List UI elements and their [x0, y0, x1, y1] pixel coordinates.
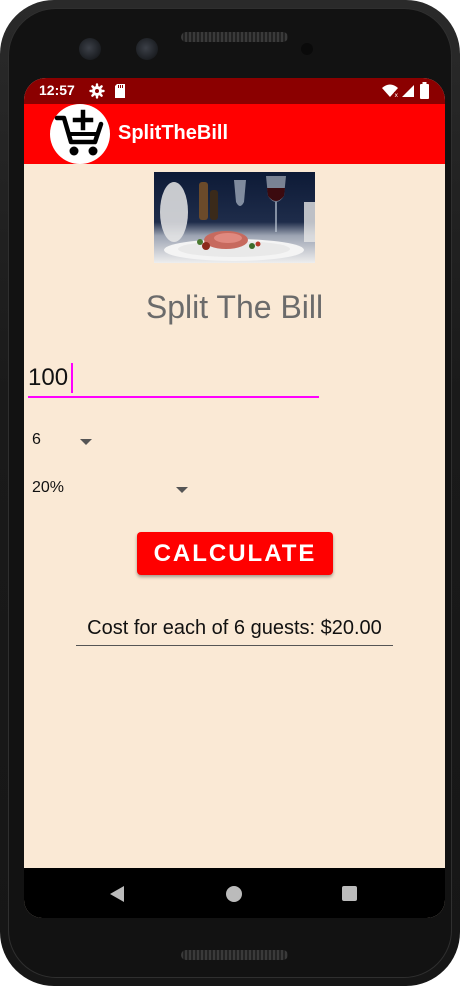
navigation-bar	[24, 868, 445, 918]
text-caret	[71, 363, 73, 393]
add-to-cart-icon	[54, 109, 104, 156]
steak-dinner-illustration	[154, 172, 315, 263]
app-title: SplitTheBill	[118, 122, 228, 144]
front-sensor-icon	[136, 38, 158, 60]
tip-spinner-value: 20%	[32, 479, 65, 496]
svg-text:x: x	[395, 92, 399, 98]
cost-per-guest-result: Cost for each of 6 guests: $20.00	[76, 617, 393, 646]
recents-icon[interactable]	[342, 886, 357, 901]
front-camera-icon	[79, 38, 101, 60]
gear-icon	[89, 83, 105, 99]
guests-spinner[interactable]: 6	[32, 431, 96, 457]
proximity-sensor	[301, 43, 313, 55]
bottom-speaker	[181, 950, 288, 960]
app-bar: SplitTheBill	[24, 104, 445, 164]
hero-image	[154, 172, 315, 263]
sd-card-icon	[115, 84, 125, 98]
dropdown-arrow-icon	[80, 439, 92, 445]
status-time: 12:57	[39, 82, 75, 98]
battery-icon	[420, 82, 429, 99]
signal-icon	[402, 85, 414, 97]
phone-frame: 12:57 x SplitTheBill Split The Bill 100 …	[0, 0, 460, 986]
calculate-button[interactable]: CALCULATE	[137, 532, 333, 575]
wifi-icon: x	[382, 84, 399, 98]
earpiece-speaker	[181, 32, 288, 42]
tip-percentage-spinner[interactable]: 20%	[32, 479, 192, 505]
app-logo	[50, 104, 110, 164]
guests-spinner-value: 6	[32, 431, 41, 448]
dropdown-arrow-icon	[176, 487, 188, 493]
back-icon[interactable]	[110, 886, 124, 902]
status-bar: 12:57 x	[24, 78, 445, 104]
app-screen: 12:57 x SplitTheBill Split The Bill 100 …	[24, 78, 445, 918]
home-icon[interactable]	[226, 886, 242, 902]
page-title: Split The Bill	[145, 289, 324, 325]
